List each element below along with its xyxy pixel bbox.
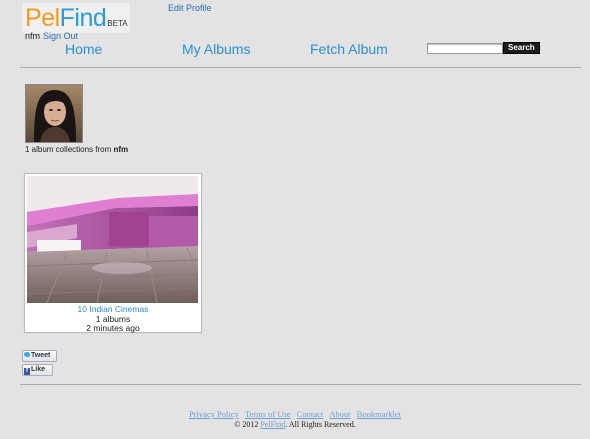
- footer-link-contact[interactable]: Contact: [297, 409, 323, 419]
- header-username: nfm: [25, 31, 41, 41]
- avatar[interactable]: [25, 84, 83, 143]
- footer-link-bookmarklet[interactable]: Bookmarklet: [357, 409, 401, 419]
- footer-link-terms[interactable]: Terms of Use: [245, 409, 291, 419]
- footer-links: Privacy Policy Terms of Use Contact Abou…: [0, 409, 590, 419]
- collections-username: nfm: [113, 145, 129, 154]
- nav-home[interactable]: Home: [65, 41, 102, 57]
- pelfind-logo[interactable]: PelFindBETA: [22, 3, 130, 33]
- footer-link-privacy[interactable]: Privacy Policy: [189, 409, 239, 419]
- facebook-icon: f: [24, 368, 30, 375]
- beta-badge: BETA: [107, 19, 128, 28]
- like-label: Like: [31, 366, 46, 373]
- album-card[interactable]: 10 Indian Cinemas 1 albums 2 minutes ago: [24, 173, 202, 333]
- nav-my-albums[interactable]: My Albums: [182, 41, 250, 57]
- copyright-prefix: © 2012: [234, 420, 259, 429]
- footer-divider: [20, 384, 581, 385]
- footer-link-about[interactable]: About: [329, 409, 350, 419]
- search-button[interactable]: Search: [503, 42, 540, 54]
- album-timestamp: 2 minutes ago: [86, 323, 140, 333]
- twitter-bird-icon: [24, 352, 30, 357]
- album-thumbnail[interactable]: [27, 176, 198, 303]
- collections-text: 1 album collections from: [25, 145, 112, 154]
- header-divider: [20, 67, 581, 68]
- sign-out-link[interactable]: Sign Out: [43, 31, 78, 41]
- tweet-label: Tweet: [31, 352, 51, 359]
- nav-fetch-album[interactable]: Fetch Album: [310, 41, 388, 57]
- search-input[interactable]: [427, 43, 503, 54]
- copyright-brand-link[interactable]: PelFind: [260, 420, 285, 429]
- album-title-link[interactable]: 10 Indian Cinemas: [25, 304, 201, 314]
- collections-summary: 1 album collections from nfm: [25, 145, 128, 154]
- copyright-suffix: . All Rights Reserved.: [285, 420, 356, 429]
- avatar-photo: [26, 85, 82, 142]
- copyright: © 2012 PelFind. All Rights Reserved.: [0, 420, 590, 429]
- logo-text-pel: Pel: [25, 4, 60, 32]
- album-thumbnail-photo: [27, 176, 198, 303]
- logo-text-find: Find: [59, 4, 107, 32]
- facebook-like-button[interactable]: f Like: [22, 364, 53, 376]
- tweet-button[interactable]: Tweet: [22, 350, 57, 362]
- edit-profile-link[interactable]: Edit Profile: [168, 3, 212, 13]
